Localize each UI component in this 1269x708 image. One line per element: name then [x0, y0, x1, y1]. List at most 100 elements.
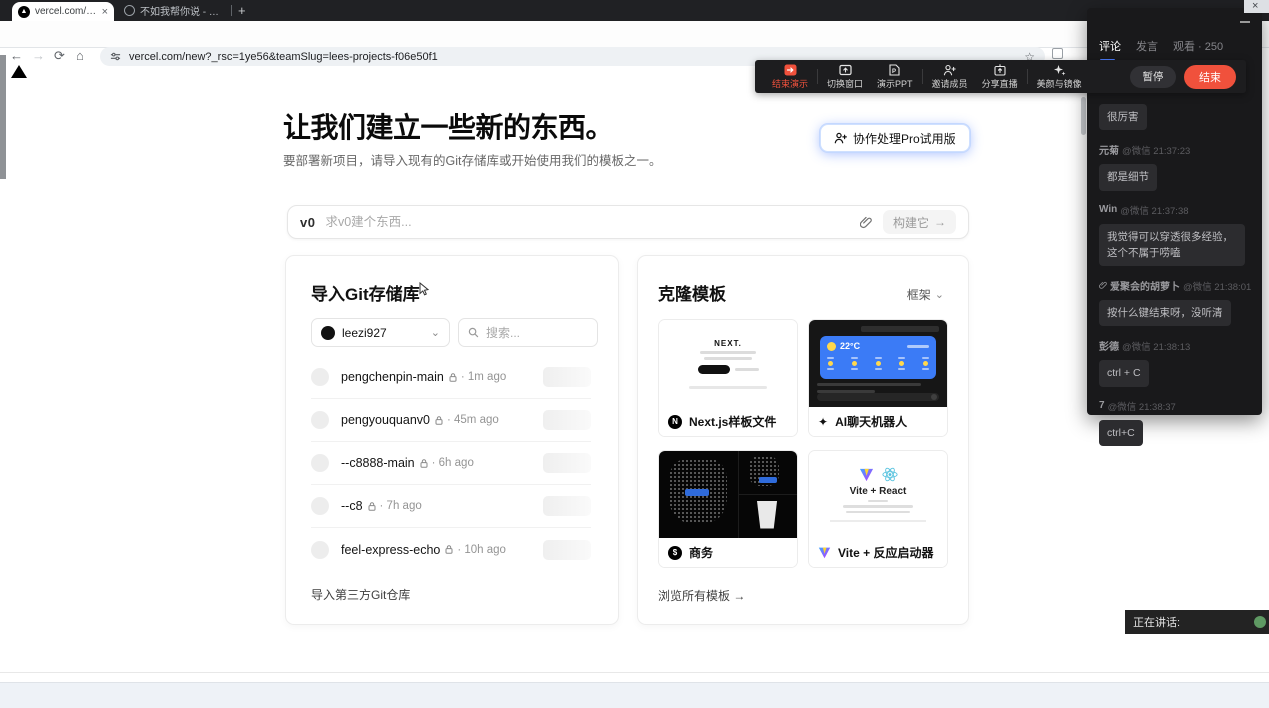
- import-button-skeleton[interactable]: [543, 367, 591, 387]
- end-presentation-icon: [784, 64, 797, 76]
- end-presentation-button[interactable]: 结束演示: [765, 64, 815, 90]
- repo-avatar: [311, 497, 329, 515]
- repo-row: feel-express-echo · 10h ago: [311, 528, 591, 571]
- tab-title: vercel.com/new?: [35, 6, 97, 17]
- browser-nav-bar: ← → ⟳ ⌂ vercel.com/new?_rsc=1ye56&teamSl…: [0, 21, 1269, 48]
- site-settings-icon[interactable]: [110, 51, 121, 62]
- back-button[interactable]: ←: [10, 48, 23, 63]
- import-third-party-link[interactable]: 导入第三方Git仓库: [311, 586, 410, 603]
- end-button[interactable]: 结束: [1184, 65, 1236, 89]
- template-commerce[interactable]: $ 商务: [658, 450, 798, 568]
- repo-name: pengchenpin-main: [341, 370, 444, 384]
- product-thumb: [739, 495, 797, 539]
- home-button[interactable]: ⌂: [76, 48, 84, 63]
- page-subtitle: 要部署新项目，请导入现有的Git存储库或开始使用我们的模板之一。: [283, 150, 661, 169]
- chat-meta: @微信 21:37:23: [1122, 143, 1190, 157]
- now-speaking-bar: 正在讲话:: [1125, 610, 1269, 634]
- tab-vercel[interactable]: ▲ vercel.com/new? ×: [12, 2, 114, 21]
- toolbar-divider: [922, 69, 923, 84]
- repo-row: pengyouquanv0 · 45m ago: [311, 399, 591, 442]
- template-label-row: $ 商务: [659, 538, 797, 567]
- chat-message-header: 爱聚会的胡萝卜 @微信 21:38:01: [1099, 278, 1252, 293]
- paperclip-icon[interactable]: [860, 216, 873, 229]
- close-icon[interactable]: ×: [1252, 0, 1258, 12]
- now-speaking-label: 正在讲话:: [1133, 614, 1180, 630]
- collaborate-pro-label: 协作处理Pro试用版: [853, 130, 956, 147]
- repo-updated: · 6h ago: [432, 457, 474, 469]
- chat-message-header: 彭德 @微信 21:38:13: [1099, 338, 1252, 353]
- template-grid: NEXT. N Next.js样板文件 22°C: [658, 319, 950, 568]
- pause-button[interactable]: 暂停: [1130, 66, 1176, 88]
- build-it-button[interactable]: 构建它 →: [883, 210, 956, 234]
- repo-avatar: [311, 454, 329, 472]
- skeleton-line: [868, 500, 888, 503]
- beauty-mirror-button[interactable]: 美颜与镜像: [1030, 64, 1089, 90]
- page-title: 让我们建立一些新的东西。: [283, 106, 613, 146]
- close-tab-icon[interactable]: ×: [102, 6, 108, 18]
- tab-divider: [231, 5, 232, 16]
- extensions-icon[interactable]: [1052, 48, 1063, 59]
- present-ppt-button[interactable]: P 演示PPT: [870, 64, 920, 90]
- send-icon: [931, 394, 937, 400]
- template-label: 商务: [689, 544, 713, 561]
- skeleton-line: [817, 383, 921, 386]
- repo-search-box[interactable]: [458, 318, 598, 347]
- screen-share-edge: [0, 55, 6, 179]
- github-icon: [321, 326, 335, 340]
- import-button-skeleton[interactable]: [543, 540, 591, 560]
- tab-watching[interactable]: 观看 · 250: [1173, 38, 1223, 54]
- share-live-button[interactable]: 分享直播: [975, 64, 1025, 90]
- tab-ai-friend[interactable]: 不如我帮你说 - AI朋友: [118, 0, 230, 21]
- templates-heading: 克隆模板: [658, 280, 726, 305]
- v0-prompt-input[interactable]: [325, 215, 850, 229]
- build-it-label: 构建它: [893, 214, 929, 231]
- repo-name: --c8: [341, 499, 363, 513]
- invite-member-icon: [943, 64, 956, 76]
- invite-member-button[interactable]: 邀请成员: [925, 64, 975, 90]
- chat-username: 元菊: [1099, 142, 1119, 157]
- git-account-name: leezi927: [342, 326, 424, 340]
- collaborate-pro-button[interactable]: 协作处理Pro试用版: [820, 124, 970, 152]
- clone-template-card: 克隆模板 框架 ⌄ NEXT. N Next.js样板文件: [637, 255, 969, 625]
- browse-all-templates-link[interactable]: 浏览所有模板 →: [658, 587, 745, 604]
- git-scope-select[interactable]: leezi927 ⌄: [311, 318, 450, 347]
- tab2-favicon: [124, 5, 135, 16]
- presentation-toolbar: 结束演示 切换窗口 P 演示PPT 邀请成员 分享直播 美颜与镜像 暂停 结束: [755, 60, 1246, 93]
- scrollbar-thumb[interactable]: [1081, 97, 1086, 135]
- beauty-mirror-icon: [1053, 64, 1066, 76]
- new-tab-button[interactable]: +: [238, 3, 246, 18]
- framework-filter[interactable]: 框架 ⌄: [907, 286, 944, 303]
- repo-avatar: [311, 411, 329, 429]
- template-preview: Vite + React: [809, 451, 947, 538]
- chat-bubble: ctrl+C: [1099, 420, 1143, 446]
- template-ai-chatbot[interactable]: 22°C ✦ AI聊天机器人: [808, 319, 948, 437]
- minimize-icon[interactable]: [1240, 21, 1250, 23]
- tab-comments[interactable]: 评论: [1099, 38, 1121, 54]
- tab-speak[interactable]: 发言: [1136, 38, 1158, 54]
- speaker-avatar: [1254, 616, 1266, 628]
- search-icon: [468, 327, 479, 338]
- chat-meta: @微信 21:38:01: [1183, 279, 1251, 293]
- skeleton-line: [735, 368, 759, 371]
- template-vite-react[interactable]: Vite + React Vite + 反应启动器: [808, 450, 948, 568]
- import-button-skeleton[interactable]: [543, 496, 591, 516]
- import-button-skeleton[interactable]: [543, 453, 591, 473]
- forward-button[interactable]: →: [32, 48, 45, 63]
- switch-window-button[interactable]: 切换窗口: [820, 64, 870, 90]
- chevron-down-icon: ⌄: [431, 330, 440, 336]
- lock-icon: [420, 459, 428, 468]
- template-label: Next.js样板文件: [689, 413, 776, 430]
- repo-search-input[interactable]: [486, 326, 576, 340]
- chat-message-header: 7 @微信 21:38:37: [1099, 399, 1252, 413]
- repo-updated: · 7h ago: [380, 500, 422, 512]
- nextjs-preview-title: NEXT.: [714, 339, 742, 348]
- v0-prompt-bar[interactable]: v0 构建它 →: [287, 205, 969, 239]
- template-nextjs[interactable]: NEXT. N Next.js样板文件: [658, 319, 798, 437]
- windows-taskbar: [0, 682, 1269, 708]
- vercel-logo[interactable]: [11, 65, 27, 78]
- sun-icon: [827, 342, 836, 351]
- import-button-skeleton[interactable]: [543, 410, 591, 430]
- sparkle-icon: ✦: [818, 415, 828, 429]
- reload-button[interactable]: ⟳: [54, 48, 65, 64]
- repo-name: pengyouquanv0: [341, 413, 430, 427]
